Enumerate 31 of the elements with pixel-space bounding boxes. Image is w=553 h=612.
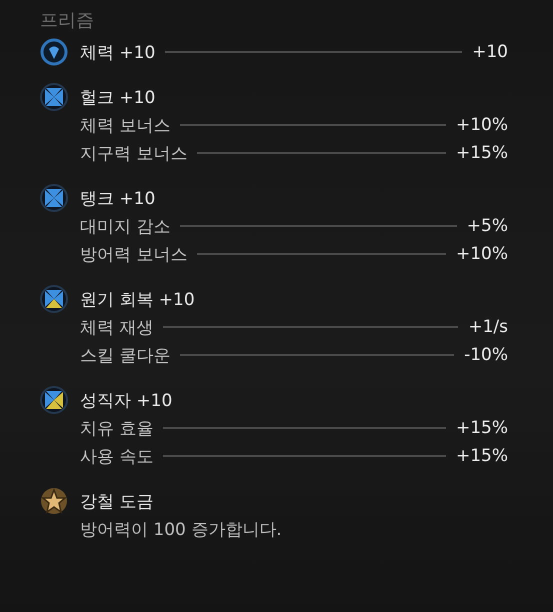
emblem-icon — [40, 184, 68, 212]
panel-title: 프리즘 — [40, 9, 94, 32]
group-title: 성직자 +10 — [80, 390, 172, 412]
effect-title: 강철 도금 — [80, 490, 154, 512]
stat-value: +1/s — [468, 317, 508, 337]
stat-label: 체력 재생 — [80, 316, 154, 338]
stat-label: 치유 효율 — [80, 418, 154, 440]
emblem-icon — [40, 83, 68, 111]
stat-label: 사용 속도 — [80, 446, 154, 468]
stat-value: +15% — [456, 143, 508, 163]
group-title: 원기 회복 +10 — [80, 288, 195, 310]
shield-icon — [40, 38, 68, 66]
stat-value: -10% — [464, 345, 508, 365]
stat-label: 방어력 보너스 — [80, 244, 188, 266]
stat-label: 체력 +10 — [80, 42, 156, 64]
stat-label: 지구력 보너스 — [80, 142, 188, 164]
star-icon — [40, 487, 68, 515]
stat-value: +15% — [456, 446, 508, 466]
stat-label: 스킬 쿨다운 — [80, 344, 170, 366]
emblem-icon — [40, 386, 68, 414]
group-title: 헐크 +10 — [80, 86, 156, 108]
emblem-icon — [40, 285, 68, 313]
stat-value: +10% — [456, 115, 508, 135]
stat-value: +5% — [466, 216, 508, 236]
stat-label: 대미지 감소 — [80, 216, 170, 238]
stat-label: 체력 보너스 — [80, 114, 170, 136]
stat-value: +10% — [456, 244, 508, 264]
group-title: 탱크 +10 — [80, 188, 156, 210]
effect-description: 방어력이 100 증가합니다. — [80, 518, 282, 540]
stat-value: +15% — [456, 418, 508, 438]
stat-value: +10 — [472, 42, 508, 62]
